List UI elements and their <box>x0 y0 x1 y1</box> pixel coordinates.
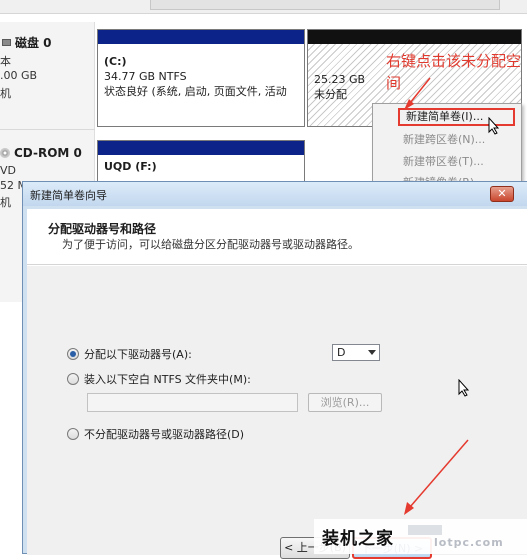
close-icon: ✕ <box>497 187 507 200</box>
partition-c-size: 34.77 GB NTFS <box>104 70 187 83</box>
disk-0-size: .00 GB <box>0 69 38 82</box>
cdrom-0-type: VD <box>0 164 16 177</box>
mount-folder-radio[interactable] <box>67 373 79 385</box>
watermark: 装机之家 lotpc.com <box>314 519 527 554</box>
partition-f-name: UQD (F:) <box>104 160 157 173</box>
mouse-pointer-icon <box>458 379 470 397</box>
wizard-title: 新建简单卷向导 <box>30 189 107 202</box>
browse-button[interactable]: 浏览(R)... <box>308 393 382 412</box>
cdrom-0-title: CD-ROM 0 <box>0 146 82 160</box>
new-simple-volume-wizard: 新建简单卷向导 ✕ 分配驱动器号和路径 为了便于访问，可以给磁盘分区分配驱动器号… <box>22 181 527 559</box>
disk-0-type: 本 <box>0 55 11 68</box>
context-menu: 新建简单卷(I)... 新建跨区卷(N)... 新建带区卷(T)... 新建镜像… <box>372 103 522 185</box>
assign-letter-radio[interactable] <box>67 348 79 360</box>
assign-letter-label: 分配以下驱动器号(A): <box>84 348 192 361</box>
menu-item-new-spanned-volume[interactable]: 新建跨区卷(N)... <box>403 131 485 149</box>
disk-0-row[interactable]: 磁盘 0 本 .00 GB 机 <box>0 22 95 130</box>
partition-f-stripe <box>98 141 304 155</box>
cdrom-0-label: CD-ROM 0 <box>14 146 82 160</box>
close-button[interactable]: ✕ <box>490 186 514 202</box>
disk-0-label: 磁盘 0 <box>15 36 52 50</box>
wizard-subheading: 为了便于访问，可以给磁盘分区分配驱动器号或驱动器路径。 <box>62 238 359 251</box>
wizard-header: 分配驱动器号和路径 为了便于访问，可以给磁盘分区分配驱动器号或驱动器路径。 <box>27 209 527 265</box>
disk-icon <box>2 39 11 46</box>
mouse-pointer-icon <box>488 117 500 135</box>
partition-c[interactable]: (C:) 34.77 GB NTFS 状态良好 (系统, 启动, 页面文件, 活… <box>97 29 305 127</box>
watermark-text: 装机之家 <box>322 529 394 549</box>
annotation-text: 右键点击该未分配空间 <box>386 52 522 92</box>
menu-item-new-striped-volume[interactable]: 新建带区卷(T)... <box>403 153 484 171</box>
wizard-options-panel: 分配以下驱动器号(A): D 装入以下空白 NTFS 文件夹中(M): 浏览(R… <box>27 266 527 559</box>
cd-icon <box>0 148 10 158</box>
wizard-title-bar[interactable]: 新建简单卷向导 ✕ <box>23 182 527 206</box>
watermark-url: lotpc.com <box>434 536 504 549</box>
disk-0-status: 机 <box>0 87 11 100</box>
horizontal-scrollbar[interactable] <box>150 0 500 10</box>
partition-c-status: 状态良好 (系统, 启动, 页面文件, 活动 <box>104 85 287 98</box>
wizard-content: 分配驱动器号和路径 为了便于访问，可以给磁盘分区分配驱动器号或驱动器路径。 分配… <box>27 209 527 559</box>
partition-c-stripe <box>98 30 304 44</box>
disk-0-title: 磁盘 0 <box>2 34 52 51</box>
option-assign-letter[interactable]: 分配以下驱动器号(A): <box>67 346 192 362</box>
no-letter-label: 不分配驱动器号或驱动器路径(D) <box>84 428 245 441</box>
folder-path-field[interactable] <box>87 393 298 412</box>
chevron-down-icon <box>368 350 376 355</box>
top-scrollbar-area <box>0 0 527 14</box>
partition-c-name: (C:) <box>104 55 127 68</box>
drive-letter-dropdown[interactable]: D <box>332 344 380 361</box>
mount-folder-label: 装入以下空白 NTFS 文件夹中(M): <box>84 373 251 386</box>
wizard-heading: 分配驱动器号和路径 <box>48 222 157 236</box>
cdrom-0-status: 机 <box>0 196 11 209</box>
option-no-letter[interactable]: 不分配驱动器号或驱动器路径(D) <box>67 426 244 442</box>
option-mount-folder[interactable]: 装入以下空白 NTFS 文件夹中(M): <box>67 371 251 387</box>
unallocated-stripe <box>308 30 521 44</box>
drive-letter-value: D <box>337 346 346 359</box>
no-letter-radio[interactable] <box>67 428 79 440</box>
